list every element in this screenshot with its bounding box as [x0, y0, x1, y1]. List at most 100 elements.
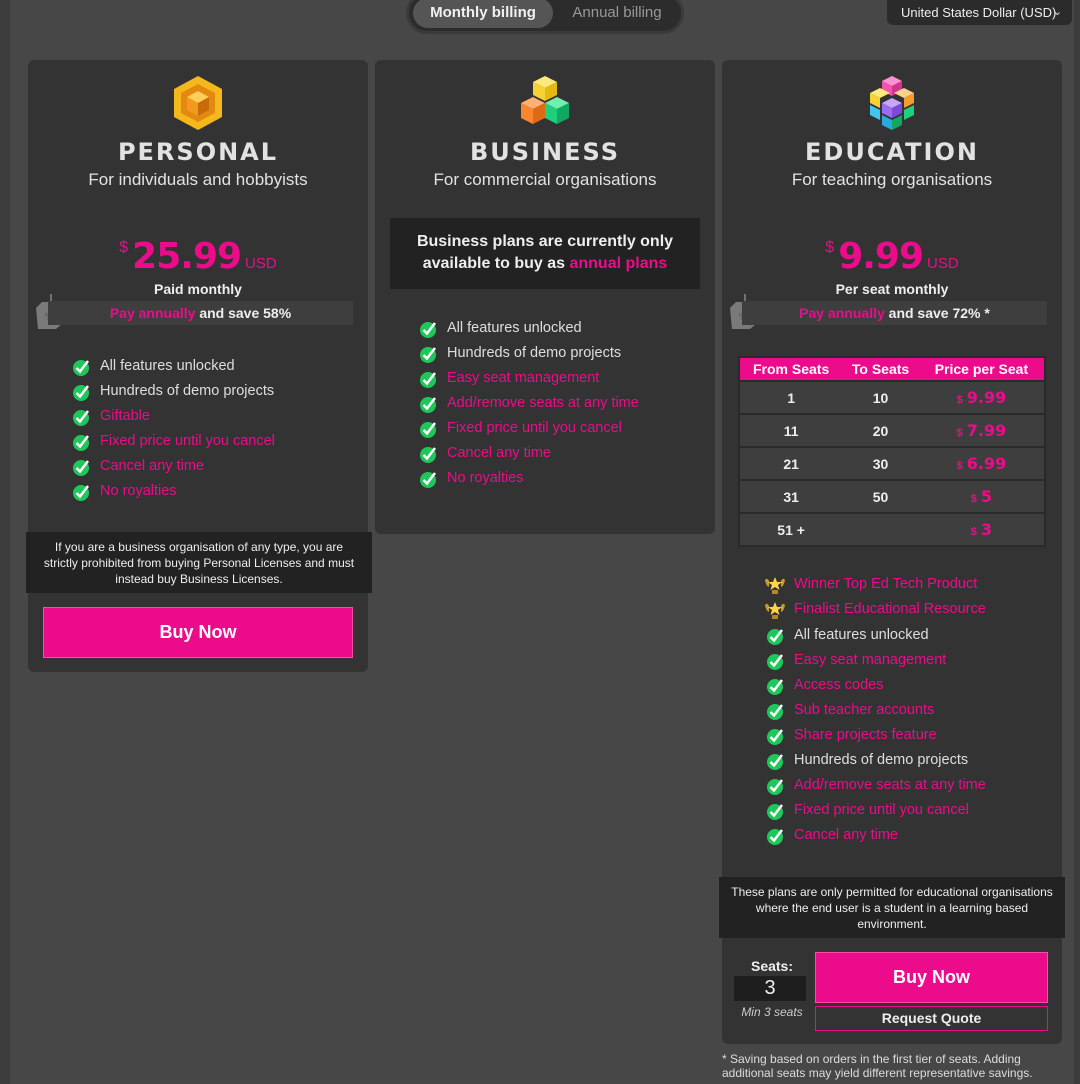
to-seats-cell [842, 512, 919, 546]
price-currency-symbol: $ [956, 427, 963, 439]
check-icon [767, 779, 783, 795]
price-value: 5 [980, 487, 993, 506]
to-seats-cell: 50 [842, 479, 919, 513]
feature-item: Cancel any time [72, 454, 275, 479]
from-seats-cell: 1 [739, 380, 843, 414]
annual-savings-bar: Pay annually and save 72% * [742, 301, 1047, 325]
check-icon [420, 322, 436, 338]
billing-period: Per seat monthly [835, 281, 949, 297]
check-icon [73, 410, 89, 426]
feature-item: Add/remove seats at any time [419, 391, 639, 416]
seats-label: Seats: [750, 958, 794, 974]
feature-label: No royalties [447, 470, 524, 486]
feature-item: Access codes [766, 673, 986, 698]
check-icon [767, 829, 783, 845]
feature-label: Fixed price until you cancel [100, 433, 275, 449]
feature-item: All features unlocked [766, 623, 986, 648]
check-icon [767, 804, 783, 820]
currency-select-value: United States Dollar (USD) [901, 5, 1057, 20]
check-icon [767, 729, 783, 745]
check-icon [420, 347, 436, 363]
price-unit: USD [245, 255, 277, 272]
feature-label: Easy seat management [447, 370, 600, 386]
chevron-down-icon: ⌄ [1052, 6, 1062, 18]
price-currency-symbol: $ [956, 394, 963, 406]
seats-selector: Seats: 3 Min 3 seats [734, 958, 810, 1019]
to-seats-cell: 10 [842, 380, 919, 414]
price-amount: 9.99 [838, 236, 924, 277]
feature-item: Cancel any time [419, 441, 639, 466]
price-per-seat-cell: $6.99 [918, 446, 1045, 480]
check-icon [73, 385, 89, 401]
seats-input[interactable]: 3 [734, 976, 806, 1001]
feature-label: All features unlocked [447, 320, 582, 336]
plan-title: BUSINESS [470, 138, 620, 166]
pay-annually-link[interactable]: Pay annually [799, 305, 885, 321]
price-value: 6.99 [966, 454, 1007, 473]
feature-item: Giftable [72, 404, 275, 429]
feature-item: Fixed price until you cancel [766, 798, 986, 823]
feature-item: Add/remove seats at any time [766, 773, 986, 798]
price-amount: 25.99 [132, 236, 242, 277]
feature-label: Hundreds of demo projects [447, 345, 622, 361]
feature-label: All features unlocked [100, 358, 235, 374]
column-header: From Seats [739, 357, 843, 381]
table-row: 51 + $3 [739, 512, 1045, 546]
pay-annually-link[interactable]: Pay annually [110, 305, 196, 321]
check-icon [420, 372, 436, 388]
feature-label: Access codes [794, 677, 884, 693]
education-cubes-icon [870, 76, 914, 130]
feature-label: Sub teacher accounts [794, 702, 935, 718]
currency-select[interactable]: United States Dollar (USD) ⌄ [887, 0, 1072, 25]
savings-footnote: * Saving based on orders in the first ti… [722, 1052, 1033, 1080]
price-value: 3 [980, 520, 993, 539]
request-quote-button[interactable]: Request Quote [815, 1006, 1048, 1031]
awards-list: Winner Top Ed Tech Product Finalist Educ… [765, 572, 986, 622]
price: $9.99 USD [722, 236, 1062, 277]
plan-title: PERSONAL [117, 138, 279, 166]
feature-label: Share projects feature [794, 727, 937, 743]
price-per-seat-cell: $3 [918, 512, 1045, 546]
feature-item: Sub teacher accounts [766, 698, 986, 723]
table-row: 11 20 $7.99 [739, 413, 1045, 447]
left-edge [0, 0, 10, 1084]
price-per-seat-cell: $9.99 [918, 380, 1045, 414]
feature-item: Share projects feature [766, 723, 986, 748]
feature-label: Hundreds of demo projects [794, 752, 969, 768]
feature-item: Fixed price until you cancel [72, 429, 275, 454]
right-edge [1074, 0, 1080, 1084]
feature-item: Easy seat management [766, 648, 986, 673]
from-seats-cell: 31 [739, 479, 843, 513]
price-unit: USD [927, 255, 959, 272]
feature-list: All features unlocked Easy seat manageme… [766, 623, 986, 848]
feature-label: All features unlocked [794, 627, 929, 643]
feature-item: Hundreds of demo projects [419, 341, 639, 366]
price: $25.99 USD [28, 236, 368, 277]
education-license-warning: These plans are only permitted for educa… [719, 877, 1065, 938]
check-icon [767, 654, 783, 670]
annual-savings-bar: Pay annually and save 58% [48, 301, 353, 325]
check-icon [73, 435, 89, 451]
table-row: 21 30 $6.99 [739, 446, 1045, 480]
feature-label: No royalties [100, 483, 177, 499]
check-icon [73, 360, 89, 376]
feature-item: Cancel any time [766, 823, 986, 848]
annual-plans-link[interactable]: annual plans [569, 255, 667, 272]
business-plan-card: BUSINESS For commercial organisations Bu… [375, 60, 715, 534]
seats-minimum-note: Min 3 seats [741, 1005, 803, 1019]
award-label: Winner Top Ed Tech Product [794, 576, 978, 592]
billing-toggle[interactable]: Monthly billing Annual billing [406, 0, 684, 34]
feature-label: Easy seat management [794, 652, 947, 668]
from-seats-cell: 21 [739, 446, 843, 480]
annual-billing-option[interactable]: Annual billing [555, 0, 679, 28]
plan-subtitle: For commercial organisations [433, 170, 657, 189]
feature-label: Hundreds of demo projects [100, 383, 275, 399]
monthly-billing-option[interactable]: Monthly billing [413, 0, 553, 28]
education-buy-now-button[interactable]: Buy Now [815, 952, 1048, 1003]
personal-buy-now-button[interactable]: Buy Now [43, 607, 353, 658]
feature-label: Add/remove seats at any time [447, 395, 639, 411]
feature-label: Cancel any time [100, 458, 204, 474]
table-row: 1 10 $9.99 [739, 380, 1045, 414]
check-icon [73, 485, 89, 501]
feature-label: Add/remove seats at any time [794, 777, 986, 793]
